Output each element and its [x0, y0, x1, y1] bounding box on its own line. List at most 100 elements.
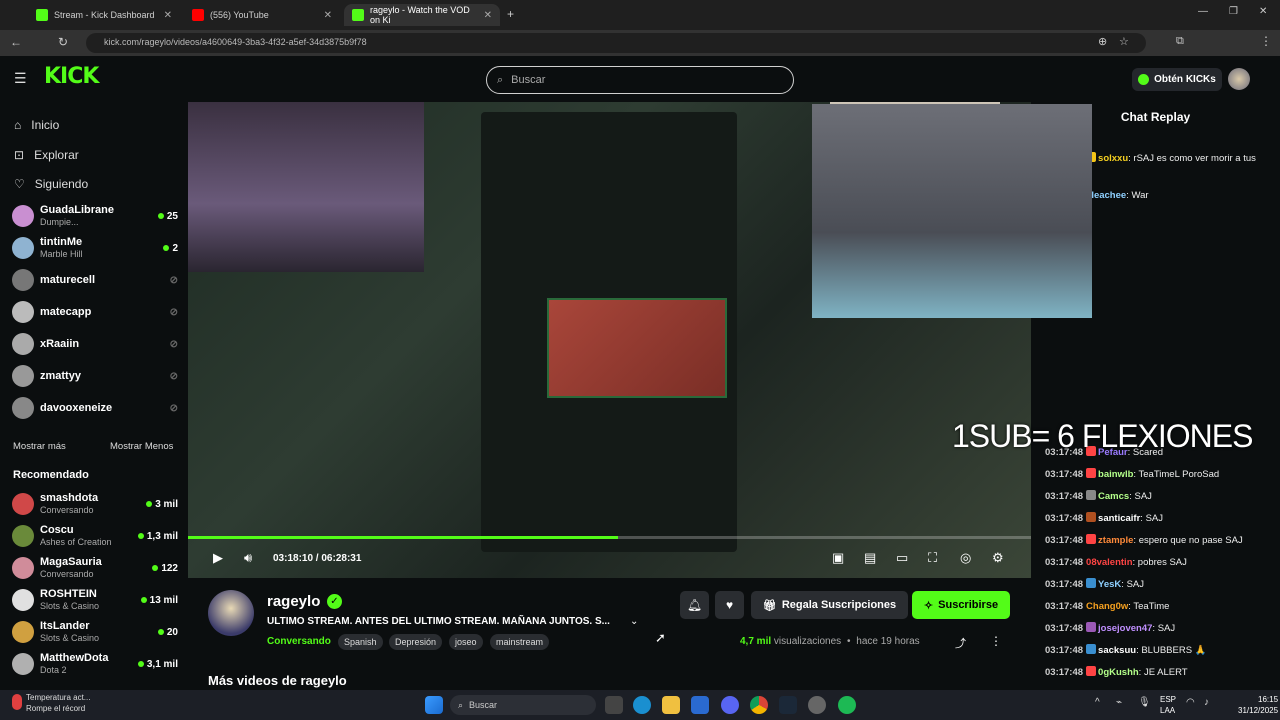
streamer-avatar[interactable] [208, 590, 254, 636]
chat-username[interactable]: eleachee [1086, 190, 1126, 201]
settings-gear-icon[interactable]: ⚙ [992, 550, 1004, 566]
sidebar-channel[interactable]: Coscu Ashes of Creation 1,3 mil [12, 520, 178, 552]
gift-subs-button[interactable]: 🎁︎ Regala Suscripciones [751, 591, 908, 619]
sidebar-channel[interactable]: maturecell ⊘ [12, 264, 178, 296]
chat-username[interactable]: solxxu [1098, 153, 1128, 164]
chevron-down-icon[interactable]: ⌄ [630, 616, 638, 627]
chat-username[interactable]: YesK [1098, 579, 1121, 590]
close-icon[interactable]: ✕ [484, 10, 492, 21]
chat-username[interactable]: ztample [1098, 535, 1133, 546]
tab-kick-dashboard[interactable]: Stream - Kick Dashboard ✕ [28, 4, 180, 26]
steam-icon[interactable] [779, 696, 797, 714]
close-icon[interactable]: ✕ [324, 10, 332, 21]
microphone-icon[interactable]: 🎙︎ [1138, 697, 1151, 708]
sidebar-item-following[interactable]: ♡ Siguiendo [14, 177, 88, 191]
new-tab-icon[interactable]: + [507, 7, 514, 21]
store-icon[interactable] [691, 696, 709, 714]
sidebar-channel[interactable]: ROSHTEIN Slots & Casino 13 mil [12, 584, 178, 616]
language-indicator[interactable]: ESP LAA [1160, 694, 1176, 716]
menu-kebab-icon[interactable]: ⋮ [1260, 34, 1272, 48]
tag[interactable]: Spanish [338, 634, 383, 650]
tag[interactable]: joseo [449, 634, 483, 650]
sidebar-channel[interactable]: MagaSauria Conversando 122 [12, 552, 178, 584]
sidebar-item-home[interactable]: ⌂ Inicio [14, 118, 59, 132]
tab-title: rageylo - Watch the VOD on Ki [370, 5, 470, 25]
search-input[interactable]: ⌕ Buscar [486, 66, 794, 94]
speed-icon[interactable]: ◎ [960, 550, 971, 566]
tag[interactable]: Depresión [389, 634, 443, 650]
network-icon[interactable]: ⌁ [1116, 697, 1122, 708]
more-videos-title: Más videos de rageylo [208, 673, 347, 688]
theater-icon[interactable]: ▤ [864, 550, 876, 566]
subscribe-button[interactable]: ✧ Suscribirse [912, 591, 1010, 619]
clip-icon[interactable]: ▣ [832, 550, 844, 566]
user-avatar[interactable] [1228, 68, 1250, 90]
chrome-icon[interactable] [750, 696, 768, 714]
more-options-icon[interactable]: ⋮ [990, 634, 1002, 648]
sidebar-channel[interactable]: davooxeneize ⊘ [12, 392, 178, 424]
sidebar-channel[interactable]: matecapp ⊘ [12, 296, 178, 328]
category-link[interactable]: Conversando [267, 636, 331, 647]
chat-username[interactable]: josejoven47 [1098, 623, 1152, 634]
file-explorer-icon[interactable] [662, 696, 680, 714]
get-kicks-button[interactable]: Obtén KICKs [1132, 68, 1222, 91]
streamer-name[interactable]: rageylo [267, 593, 320, 610]
miniplayer-icon[interactable]: ▭ [896, 550, 908, 566]
sidebar-channel[interactable]: GuadaLibrane Dumpie... 25 [12, 200, 178, 232]
close-icon[interactable]: ✕ [164, 10, 172, 21]
windows-start-icon[interactable] [425, 696, 443, 714]
tab-vod[interactable]: rageylo - Watch the VOD on Ki ✕ [344, 4, 500, 26]
sidebar-channel[interactable]: zmattyy ⊘ [12, 360, 178, 392]
fullscreen-icon[interactable]: ⛶ [928, 550, 937, 566]
chat-username[interactable]: santicaifr [1098, 513, 1140, 524]
reload-icon[interactable]: ↻ [58, 35, 68, 49]
play-icon[interactable]: ▶ [213, 550, 223, 566]
minimize-icon[interactable]: — [1198, 6, 1208, 17]
sidebar-channel[interactable]: ItsLander Slots & Casino 20 [12, 616, 178, 648]
show-less-link[interactable]: Mostrar Menos [110, 441, 173, 452]
volume-icon[interactable]: 🔊︎ [244, 550, 252, 566]
sidebar-channel[interactable]: tintinMe Marble Hill 2 [12, 232, 178, 264]
tray-chevron-icon[interactable]: ^ [1095, 697, 1100, 708]
address-bar[interactable]: kick.com/rageylo/videos/a4600649-3ba3-4f… [86, 33, 1146, 53]
task-view-icon[interactable] [605, 696, 623, 714]
zoom-icon[interactable]: ⊕ [1098, 35, 1107, 48]
show-more-link[interactable]: Mostrar más [13, 441, 66, 452]
chat-message: 03:17:48 ztample: espero que no pase SAJ [1045, 534, 1275, 548]
sidebar-channel[interactable]: smashdota Conversando 3 mil [12, 488, 178, 520]
chat-username[interactable]: 08valentin [1086, 557, 1132, 568]
chat-username[interactable]: Camcs [1098, 491, 1129, 502]
discord-icon[interactable] [721, 696, 739, 714]
chat-username[interactable]: 0gKushh [1098, 667, 1139, 678]
chat-username[interactable]: bainwlb [1098, 469, 1133, 480]
edge-icon[interactable] [633, 696, 651, 714]
follow-button[interactable]: ♥ [715, 591, 744, 619]
offline-icon: ⊘ [169, 274, 178, 286]
kick-logo[interactable]: KICK [44, 64, 99, 89]
wifi-icon[interactable]: ◠ [1186, 697, 1195, 708]
taskbar-clock[interactable]: 16:15 31/12/2025 [1238, 694, 1278, 716]
close-window-icon[interactable]: ✕ [1259, 6, 1267, 17]
speaker-icon[interactable]: ♪ [1204, 697, 1209, 708]
viewer-count: ⊘ [170, 339, 178, 350]
spotify-icon[interactable] [838, 696, 856, 714]
sidebar-item-explore[interactable]: ⊡ Explorar [14, 148, 79, 162]
sidebar-channel[interactable]: xRaaiin ⊘ [12, 328, 178, 360]
channel-name: zmattyy [40, 370, 81, 382]
tag[interactable]: mainstream [490, 634, 550, 650]
channel-name: ROSHTEIN [40, 588, 97, 600]
sidebar-channel[interactable]: MatthewDota Dota 2 3,1 mil [12, 648, 178, 680]
notifications-button[interactable]: 🔔︎ [680, 591, 709, 619]
back-icon[interactable]: ← [10, 35, 22, 49]
tab-youtube[interactable]: (556) YouTube ✕ [184, 4, 340, 26]
maximize-icon[interactable]: ❐ [1229, 6, 1238, 17]
taskbar-search[interactable]: ⌕ Buscar [450, 695, 596, 715]
avatar [12, 493, 34, 515]
obs-icon[interactable] [808, 696, 826, 714]
chat-username[interactable]: sacksuu [1098, 645, 1136, 656]
share-icon[interactable]: ⤴ [955, 635, 966, 651]
bookmark-star-icon[interactable]: ☆ [1119, 35, 1129, 48]
chat-username[interactable]: Chang0w [1086, 601, 1128, 612]
hamburger-menu-icon[interactable]: ☰ [14, 70, 27, 87]
extensions-icon[interactable]: ⧉ [1176, 35, 1184, 48]
